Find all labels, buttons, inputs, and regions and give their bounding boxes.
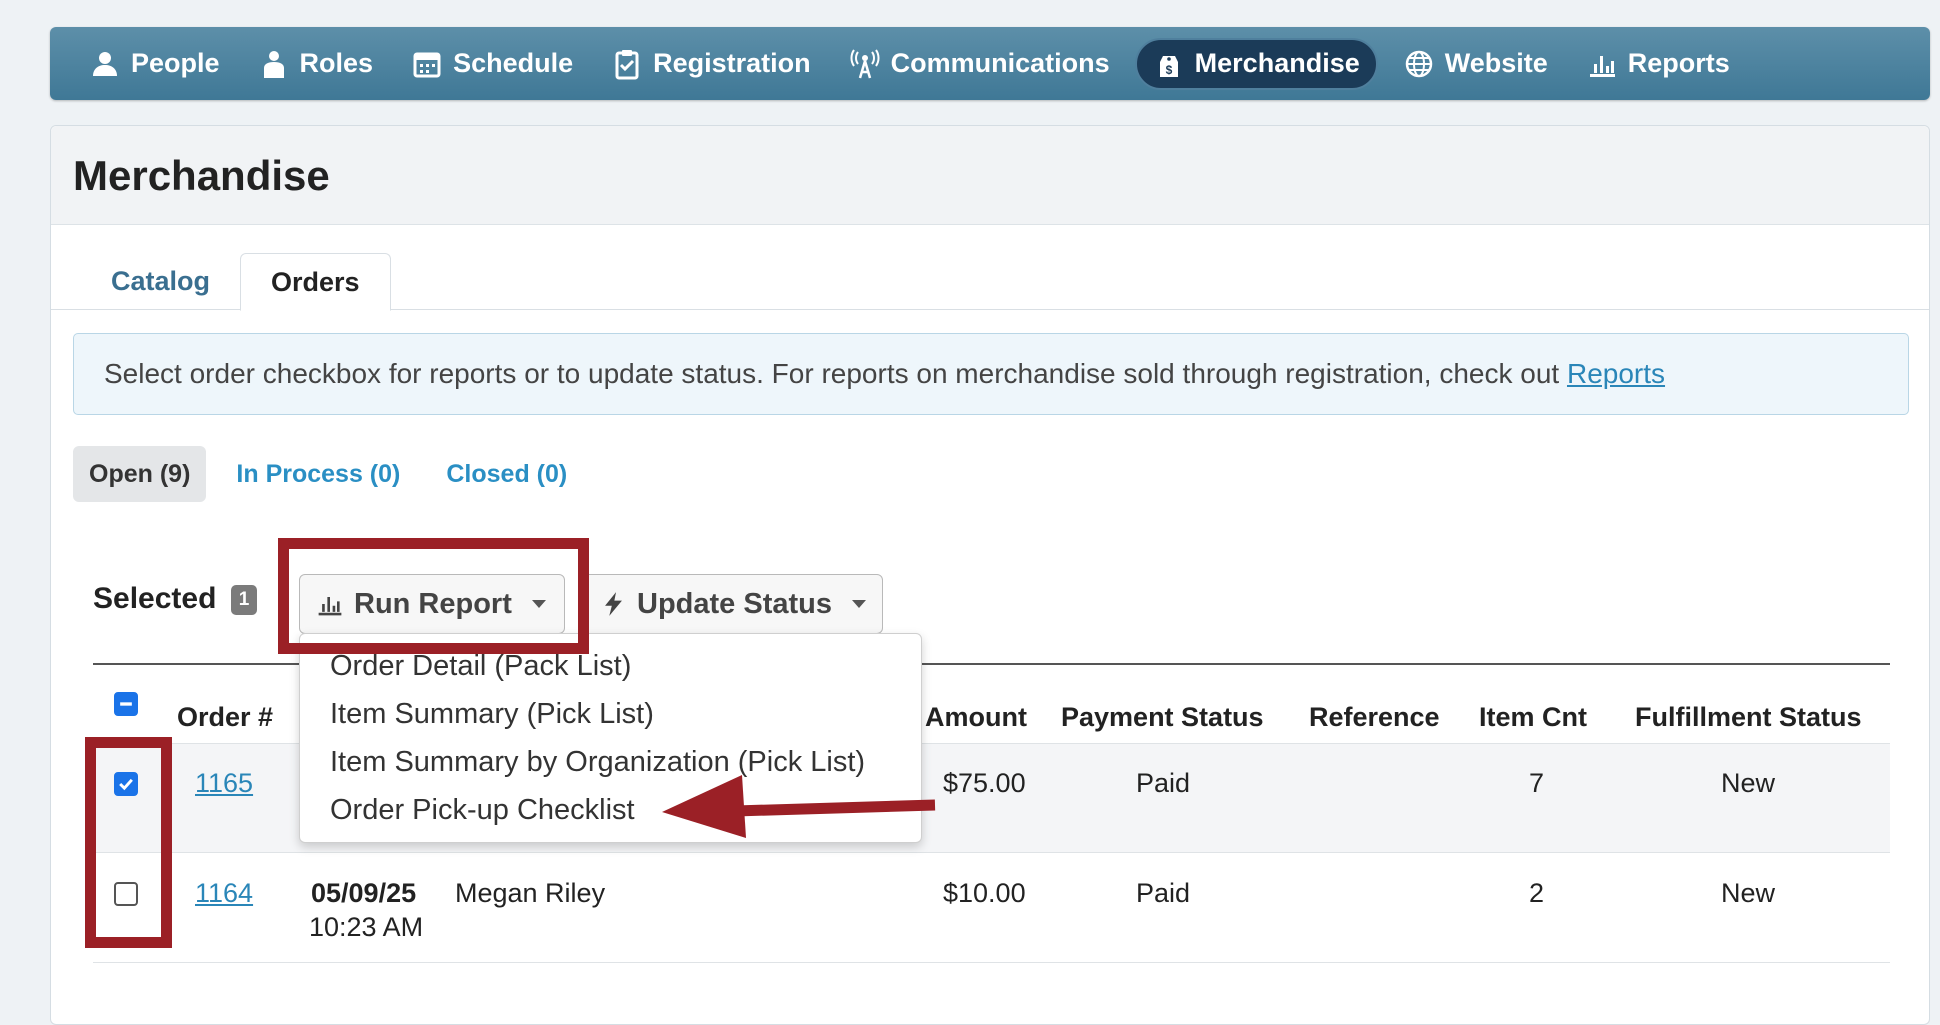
badge-person-icon bbox=[263, 50, 284, 78]
reports-link[interactable]: Reports bbox=[1567, 358, 1665, 389]
nav-schedule[interactable]: Schedule bbox=[398, 38, 586, 90]
minus-icon bbox=[120, 702, 132, 706]
order-time-cell: 10:23 AM bbox=[309, 912, 424, 942]
page-title: Merchandise bbox=[73, 152, 330, 199]
filter-in-process[interactable]: In Process (0) bbox=[220, 446, 416, 502]
nav-communications[interactable]: Communications bbox=[836, 38, 1123, 90]
run-report-menu: Order Detail (Pack List) Item Summary (P… bbox=[299, 633, 922, 843]
nav-registration-label: Registration bbox=[653, 48, 811, 78]
checkbox-column-highlight bbox=[85, 737, 172, 948]
globe-icon bbox=[1405, 50, 1432, 77]
person-icon bbox=[93, 51, 117, 76]
payment-status-cell: Paid bbox=[1136, 878, 1191, 908]
nav-people-label: People bbox=[131, 48, 220, 78]
nav-merchandise[interactable]: $ Merchandise bbox=[1134, 37, 1378, 90]
nav-registration[interactable]: Registration bbox=[598, 38, 824, 90]
customer-name-cell: Megan Riley bbox=[455, 878, 606, 908]
nav-roles[interactable]: Roles bbox=[245, 38, 387, 90]
nav-reports-label: Reports bbox=[1627, 48, 1730, 78]
main-nav: People Roles Schedule Registration Commu… bbox=[50, 27, 1930, 100]
fulfillment-status-cell: New bbox=[1721, 878, 1776, 908]
header-order-number[interactable]: Order # bbox=[177, 702, 273, 733]
fulfillment-status-cell: New bbox=[1721, 768, 1776, 798]
row-divider bbox=[93, 962, 1890, 963]
tab-bar: Catalog Orders bbox=[51, 253, 1929, 311]
run-report-highlight bbox=[278, 538, 589, 654]
update-status-button[interactable]: Update Status bbox=[583, 574, 883, 634]
menu-item-item-summary-by-org[interactable]: Item Summary by Organization (Pick List) bbox=[300, 738, 921, 786]
caret-down-icon bbox=[852, 600, 866, 608]
nav-roles-label: Roles bbox=[299, 48, 374, 78]
item-cnt-cell: 7 bbox=[1529, 768, 1545, 798]
bar-chart-icon bbox=[1589, 55, 1615, 77]
menu-item-item-summary[interactable]: Item Summary (Pick List) bbox=[300, 690, 921, 738]
menu-item-order-pickup-checklist[interactable]: Order Pick-up Checklist bbox=[300, 786, 921, 834]
info-text: Select order checkbox for reports or to … bbox=[104, 358, 1567, 389]
order-date-cell: 05/09/25 bbox=[311, 878, 417, 908]
update-status-label: Update Status bbox=[637, 587, 832, 620]
lightning-icon bbox=[605, 592, 622, 616]
filter-closed[interactable]: Closed (0) bbox=[430, 446, 583, 502]
filter-open[interactable]: Open (9) bbox=[73, 446, 207, 502]
panel-header: Merchandise bbox=[51, 126, 1929, 225]
row-divider bbox=[93, 852, 1890, 853]
nav-website-label: Website bbox=[1444, 48, 1548, 78]
selected-indicator: Selected 1 bbox=[93, 582, 258, 616]
nav-schedule-label: Schedule bbox=[453, 48, 574, 78]
nav-website[interactable]: Website bbox=[1390, 38, 1561, 90]
status-filters: Open (9) In Process (0) Closed (0) bbox=[73, 446, 597, 502]
clipboard-check-icon bbox=[615, 49, 639, 79]
calendar-icon bbox=[413, 52, 441, 77]
nav-merchandise-label: Merchandise bbox=[1194, 48, 1360, 78]
header-amount[interactable]: Amount bbox=[925, 702, 1027, 733]
header-item-cnt[interactable]: Item Cnt bbox=[1479, 702, 1587, 733]
select-all-checkbox[interactable] bbox=[114, 692, 138, 716]
payment-status-cell: Paid bbox=[1136, 768, 1191, 798]
header-reference[interactable]: Reference bbox=[1309, 702, 1440, 733]
selected-label: Selected bbox=[93, 582, 217, 615]
header-fulfillment-status[interactable]: Fulfillment Status bbox=[1635, 702, 1862, 733]
header-payment-status[interactable]: Payment Status bbox=[1061, 702, 1264, 733]
selected-count-badge: 1 bbox=[230, 585, 258, 616]
amount-cell: $75.00 bbox=[943, 768, 1026, 798]
tab-orders[interactable]: Orders bbox=[240, 253, 391, 311]
price-tag-icon: $ bbox=[1159, 55, 1178, 77]
amount-cell: $10.00 bbox=[943, 878, 1026, 908]
nav-reports[interactable]: Reports bbox=[1573, 38, 1743, 90]
nav-people[interactable]: People bbox=[76, 38, 233, 90]
broadcast-tower-icon bbox=[850, 48, 880, 78]
order-number-link[interactable]: 1164 bbox=[195, 878, 253, 909]
info-alert: Select order checkbox for reports or to … bbox=[73, 333, 1909, 415]
tab-catalog[interactable]: Catalog bbox=[81, 253, 240, 310]
item-cnt-cell: 2 bbox=[1529, 878, 1545, 908]
order-number-link[interactable]: 1165 bbox=[195, 768, 253, 799]
svg-text:$: $ bbox=[1165, 63, 1172, 77]
nav-communications-label: Communications bbox=[890, 48, 1110, 78]
